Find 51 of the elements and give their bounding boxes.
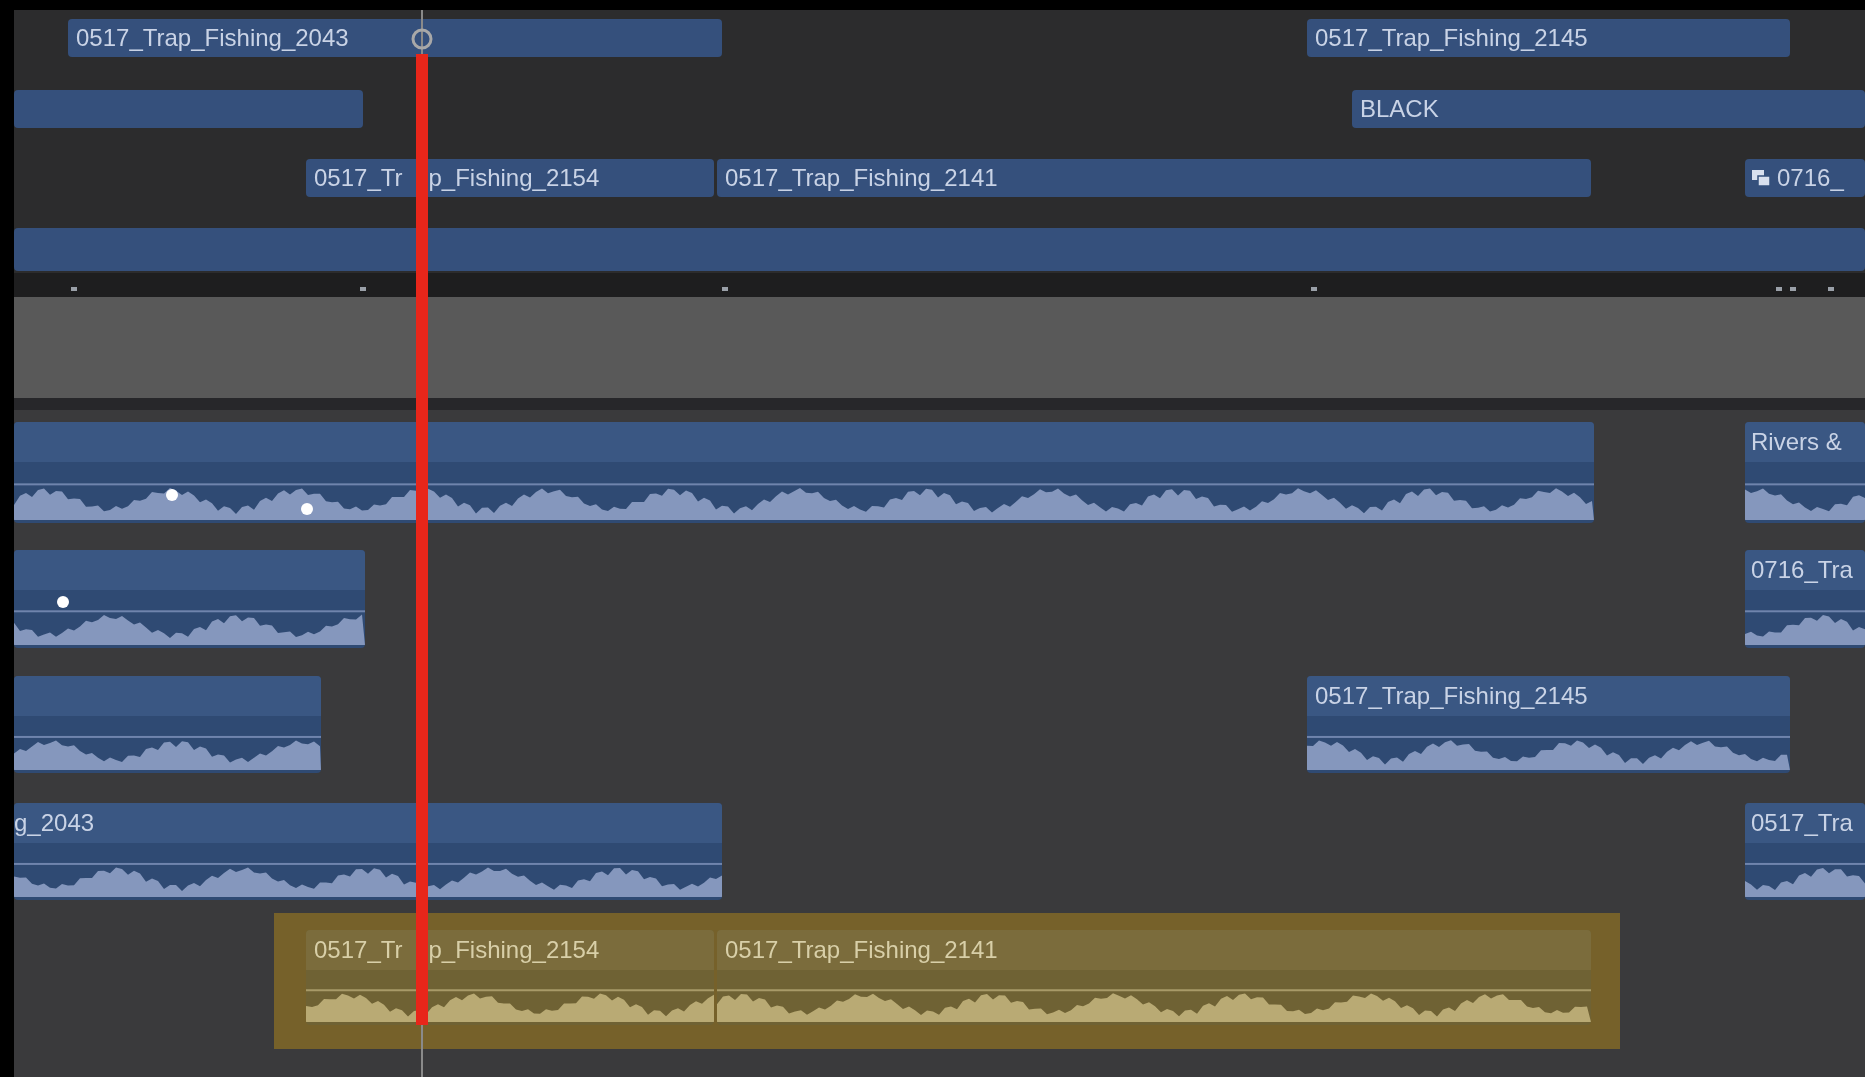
- clip-title: 0517_Trap_Fishing_2043: [76, 24, 349, 52]
- clip-title: 0517_Trap_Fishing_2145: [1315, 24, 1588, 52]
- clip-title: BLACK: [1360, 95, 1439, 123]
- clip-title: p_Fishing_2154: [428, 164, 600, 192]
- compound-clip-icon: [1751, 168, 1771, 188]
- audio-clip[interactable]: 0517_Tra: [1745, 803, 1865, 900]
- video-clip[interactable]: 0517_Trap_Fishing_2043: [68, 19, 722, 57]
- audio-clip[interactable]: 0517_Trap_Fishing_2141: [717, 930, 1591, 1025]
- clip-title: Rivers &: [1751, 428, 1842, 456]
- volume-line[interactable]: [1745, 610, 1865, 613]
- volume-line[interactable]: [14, 735, 321, 738]
- video-clip[interactable]: [14, 228, 1865, 271]
- clip-title: 0517_Tr: [314, 164, 403, 192]
- audio-clip[interactable]: [14, 550, 365, 648]
- video-clip[interactable]: BLACK: [1352, 90, 1865, 128]
- audio-clip[interactable]: [14, 422, 1594, 523]
- volume-line[interactable]: [1745, 483, 1865, 486]
- clip-title: 0517_Trap_Fishing_2141: [725, 164, 998, 192]
- audio-clip[interactable]: 0517_Tr p_Fishing_2154: [306, 930, 714, 1025]
- clip-title: p_Fishing_2154: [428, 936, 600, 964]
- video-clip[interactable]: 0716_: [1745, 159, 1865, 197]
- video-clip[interactable]: [14, 90, 363, 128]
- audio-clip[interactable]: 0716_Tra: [1745, 550, 1865, 648]
- clip-title: 0716_Tra: [1751, 556, 1853, 584]
- marker-icon[interactable]: [1311, 287, 1317, 291]
- marker-icon[interactable]: [71, 287, 77, 291]
- audio-clip[interactable]: 0517_Trap_Fishing_2145: [1307, 676, 1790, 773]
- clip-title: 0517_Trap_Fishing_2141: [725, 936, 998, 964]
- marker-icon[interactable]: [722, 287, 728, 291]
- volume-line[interactable]: [1745, 862, 1865, 865]
- keyframe-icon[interactable]: [57, 596, 69, 608]
- audio-clip[interactable]: g_2043: [14, 803, 722, 900]
- keyframe-icon[interactable]: [166, 489, 178, 501]
- video-clip[interactable]: 0517_Trap_Fishing_2145: [1307, 19, 1790, 57]
- marker-icon[interactable]: [360, 287, 366, 291]
- volume-line[interactable]: [14, 862, 722, 865]
- audio-clip[interactable]: [14, 676, 321, 773]
- audio-clip[interactable]: Rivers &: [1745, 422, 1865, 523]
- video-clip[interactable]: 0517_Trap_Fishing_2141: [717, 159, 1591, 197]
- clip-title: 0517_Tra: [1751, 809, 1853, 837]
- marker-icon[interactable]: [1776, 287, 1782, 291]
- marker-icon[interactable]: [1828, 287, 1834, 291]
- clip-title: 0716_: [1777, 164, 1844, 192]
- clip-title: 0517_Tr: [314, 936, 403, 964]
- clip-title: g_2043: [14, 809, 95, 837]
- marker-icon[interactable]: [1790, 287, 1796, 291]
- clip-title: 0517_Trap_Fishing_2145: [1315, 682, 1588, 710]
- volume-line[interactable]: [306, 989, 714, 992]
- volume-line[interactable]: [717, 989, 1591, 992]
- video-clip[interactable]: 0517_Tr p_Fishing_2154: [306, 159, 714, 197]
- volume-line[interactable]: [1307, 735, 1790, 738]
